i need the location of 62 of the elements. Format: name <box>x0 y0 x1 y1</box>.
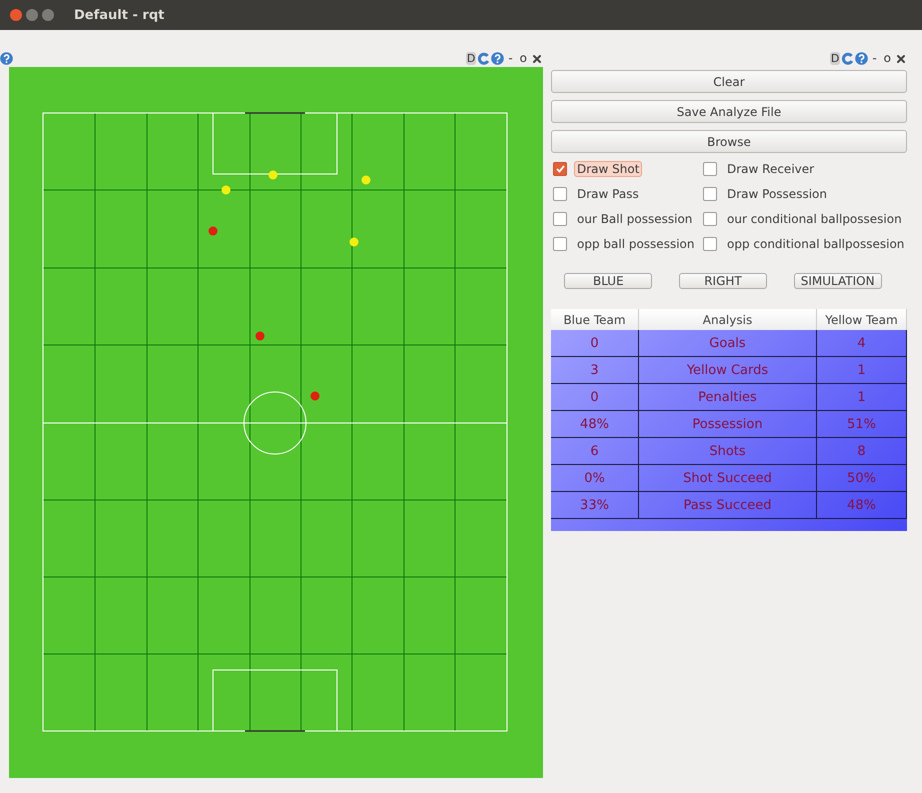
checkbox[interactable] <box>553 212 567 226</box>
float-button[interactable]: o <box>520 52 527 65</box>
checkbox-label[interactable]: opp ball possession <box>574 236 698 252</box>
checkbox[interactable] <box>553 237 567 251</box>
checkbox-label[interactable]: Draw Pass <box>574 186 642 202</box>
table-cell: 48% <box>551 411 639 438</box>
action-button[interactable]: Save Analyze File <box>551 100 907 123</box>
table-cell: Goals <box>639 330 817 357</box>
help-icon[interactable] <box>855 52 868 65</box>
checkbox-label[interactable]: our conditional ballpossesion <box>724 211 905 227</box>
checkbox-label[interactable]: Draw Shot <box>574 161 642 177</box>
reload-icon[interactable] <box>841 52 854 65</box>
checkbox[interactable] <box>703 162 717 176</box>
column-header: Yellow Team <box>817 309 907 330</box>
table-cell: 48% <box>817 492 907 519</box>
window-title: Default - rqt <box>74 8 164 22</box>
help-icon[interactable] <box>491 52 504 65</box>
minimize-icon[interactable] <box>26 9 38 21</box>
action-button[interactable]: Clear <box>551 70 907 93</box>
table-cell: 1 <box>817 384 907 411</box>
table-cell: Shots <box>639 438 817 465</box>
checkbox[interactable] <box>703 237 717 251</box>
table-cell: 1 <box>817 357 907 384</box>
checkbox[interactable] <box>703 212 717 226</box>
table-cell: Shot Succeed <box>639 465 817 492</box>
table-cell: 6 <box>551 438 639 465</box>
table-cell: 3 <box>551 357 639 384</box>
table-cell: 50% <box>817 465 907 492</box>
toggle-button[interactable]: BLUE <box>564 273 652 289</box>
dock-button[interactable]: D <box>830 52 840 65</box>
checkbox-label[interactable]: our Ball possession <box>574 211 696 227</box>
table-cell: 51% <box>817 411 907 438</box>
maximize-icon[interactable] <box>42 9 54 21</box>
table-cell: 0 <box>551 330 639 357</box>
action-button[interactable]: Browse <box>551 130 907 153</box>
table-cell: Yellow Cards <box>639 357 817 384</box>
table-cell: 0 <box>551 384 639 411</box>
float-button[interactable]: o <box>884 52 891 65</box>
table-cell: Pass Succeed <box>639 492 817 519</box>
checkbox[interactable] <box>553 162 567 176</box>
checkbox-label[interactable]: opp conditional ballpossesion <box>724 236 908 252</box>
checkbox[interactable] <box>703 187 717 201</box>
table-cell: 4 <box>817 330 907 357</box>
table-cell: Penalties <box>639 384 817 411</box>
minimize-button[interactable]: - <box>872 52 877 65</box>
minimize-button[interactable]: - <box>508 52 513 65</box>
help-icon[interactable] <box>0 52 13 65</box>
table-cell: 8 <box>817 438 907 465</box>
column-header: Analysis <box>639 309 817 330</box>
checkbox[interactable] <box>553 187 567 201</box>
column-header: Blue Team <box>551 309 639 330</box>
table-cell: 33% <box>551 492 639 519</box>
reload-icon[interactable] <box>477 52 490 65</box>
checkbox-label[interactable]: Draw Receiver <box>724 161 818 177</box>
table-cell: 0% <box>551 465 639 492</box>
close-icon[interactable] <box>531 52 543 64</box>
dock-button[interactable]: D <box>466 52 476 65</box>
toggle-button[interactable]: RIGHT <box>678 273 767 289</box>
checkbox-label[interactable]: Draw Possession <box>724 186 830 202</box>
table-cell: Possession <box>639 411 817 438</box>
close-icon[interactable] <box>895 52 907 64</box>
toggle-button[interactable]: SIMULATION <box>794 273 882 289</box>
